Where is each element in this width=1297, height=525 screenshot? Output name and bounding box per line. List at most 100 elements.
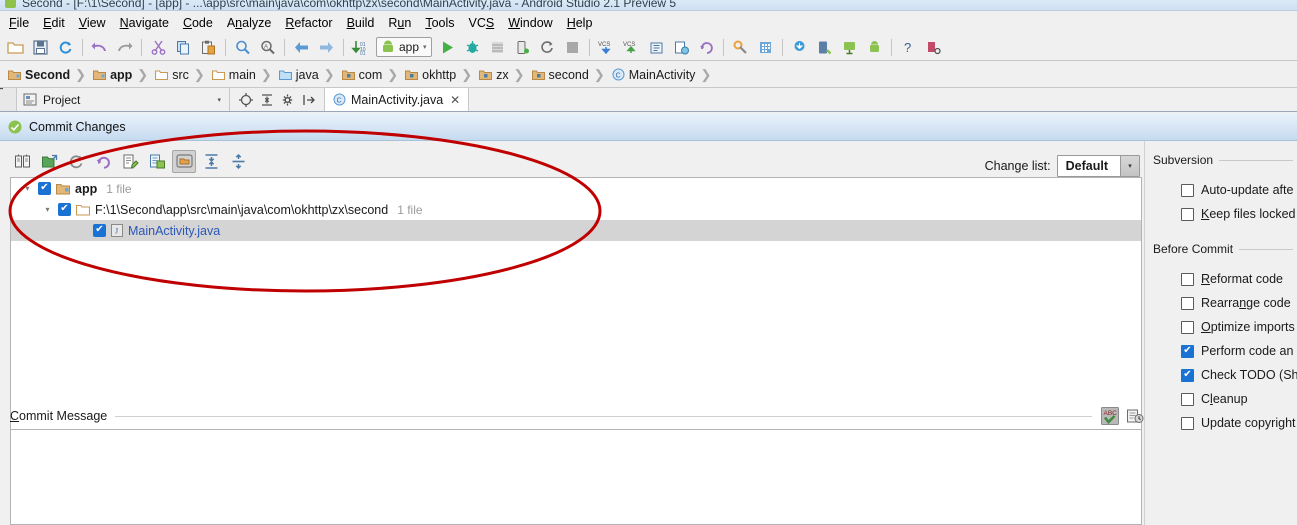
back-icon[interactable] (290, 36, 313, 59)
revert-icon[interactable] (91, 150, 115, 173)
editor-tab-mainactivity[interactable]: C MainActivity.java ✕ (325, 88, 470, 111)
cut-icon[interactable] (147, 36, 170, 59)
breadcrumb-item-main[interactable]: main (208, 66, 258, 84)
redo-icon[interactable] (113, 36, 136, 59)
menu-help[interactable]: Help (560, 13, 600, 33)
checkbox[interactable] (1181, 416, 1194, 430)
checkbox[interactable] (1181, 392, 1194, 406)
vcs-rollback-icon[interactable] (695, 36, 718, 59)
breadcrumb-item-second-pkg[interactable]: second (528, 66, 591, 84)
menu-analyze[interactable]: Analyze (220, 13, 278, 33)
vcs-commit-icon[interactable]: VCS (620, 36, 643, 59)
sync-icon[interactable] (54, 36, 77, 59)
commit-message-input[interactable] (10, 429, 1142, 525)
stop-icon[interactable] (561, 36, 584, 59)
collapse-all-icon[interactable] (257, 90, 276, 109)
chevron-down-icon[interactable]: ▾ (217, 96, 221, 104)
move-to-changelist-icon[interactable] (37, 150, 61, 173)
option-check-todo[interactable]: Check TODO (Sh (1145, 363, 1297, 387)
option-optimize-imports[interactable]: Optimize imports (1145, 315, 1297, 339)
attach-debugger-icon[interactable] (511, 36, 534, 59)
option-update-copyright[interactable]: Update copyright (1145, 411, 1297, 435)
help-icon[interactable]: ? (897, 36, 920, 59)
checkbox[interactable] (1181, 320, 1194, 334)
show-diff-icon[interactable] (10, 150, 34, 173)
rerun-icon[interactable] (536, 36, 559, 59)
sdk-manager-icon[interactable] (729, 36, 752, 59)
table-row[interactable]: ▾ F:\1\Second\app\src\main\java\com\okht… (11, 199, 1141, 220)
checkbox[interactable] (1181, 183, 1194, 197)
breadcrumb-item-app[interactable]: app (89, 66, 134, 84)
chevron-down-icon[interactable]: ▾ (423, 43, 427, 51)
save-all-icon[interactable] (29, 36, 52, 59)
row-checkbox[interactable] (58, 203, 71, 216)
avd-icon[interactable] (838, 36, 861, 59)
menu-tools[interactable]: Tools (418, 13, 461, 33)
checkbox[interactable] (1181, 368, 1194, 382)
debug-icon[interactable] (461, 36, 484, 59)
find-icon[interactable] (231, 36, 254, 59)
expand-all-icon[interactable] (199, 150, 223, 173)
side-strip-project-label[interactable]: Project (0, 88, 6, 90)
menu-window[interactable]: Window (501, 13, 559, 33)
table-row[interactable]: J MainActivity.java (11, 220, 1141, 241)
avd-manager-icon[interactable] (754, 36, 777, 59)
layout-inspector-icon[interactable] (922, 36, 945, 59)
forward-icon[interactable] (315, 36, 338, 59)
vcs-changes-icon[interactable] (670, 36, 693, 59)
option-perform-code-analysis[interactable]: Perform code an (1145, 339, 1297, 363)
vcs-history-icon[interactable] (645, 36, 668, 59)
option-keep-files-locked[interactable]: Keep files locked (1145, 202, 1297, 226)
menu-file[interactable]: File (2, 13, 36, 33)
settings-gear-icon[interactable] (278, 90, 297, 109)
checkbox[interactable] (1181, 344, 1194, 358)
hide-icon[interactable] (299, 90, 318, 109)
menu-edit[interactable]: Edit (36, 13, 72, 33)
breadcrumb-item-zx[interactable]: zx (475, 66, 511, 84)
changelist-combo[interactable]: Default ▾ (1056, 155, 1140, 177)
breadcrumb-item-second[interactable]: Second (4, 66, 72, 84)
menu-run[interactable]: Run (381, 13, 418, 33)
menu-build[interactable]: Build (340, 13, 382, 33)
checkbox[interactable] (1181, 207, 1194, 221)
close-icon[interactable]: ✕ (450, 93, 460, 107)
option-reformat-code[interactable]: Reformat code (1145, 267, 1297, 291)
device-monitor-icon[interactable] (813, 36, 836, 59)
menu-navigate[interactable]: Navigate (113, 13, 176, 33)
chevron-down-icon[interactable]: ▾ (1120, 156, 1139, 176)
coverage-icon[interactable] (486, 36, 509, 59)
copy-icon[interactable] (172, 36, 195, 59)
chevron-down-icon[interactable]: ▾ (22, 183, 33, 194)
run-icon[interactable] (436, 36, 459, 59)
android-device-icon[interactable] (863, 36, 886, 59)
message-history-icon[interactable] (1126, 407, 1144, 425)
row-label[interactable]: MainActivity.java (128, 224, 220, 238)
compile-icon[interactable]: 01 10 01 (349, 36, 372, 59)
chevron-down-icon[interactable]: ▾ (42, 204, 53, 215)
run-configuration-selector[interactable]: app ▾ (376, 37, 432, 57)
breadcrumb-item-mainactivity[interactable]: C MainActivity (608, 66, 698, 84)
menu-refactor[interactable]: Refactor (278, 13, 339, 33)
collapse-all-icon[interactable] (226, 150, 250, 173)
menu-vcs[interactable]: VCS (462, 13, 502, 33)
breadcrumb-item-okhttp[interactable]: okhttp (401, 66, 458, 84)
edit-source-icon[interactable] (118, 150, 142, 173)
undo-icon[interactable] (88, 36, 111, 59)
row-checkbox[interactable] (93, 224, 106, 237)
group-by-directory-icon[interactable] (172, 149, 196, 173)
replace-icon[interactable]: A (256, 36, 279, 59)
spellcheck-icon[interactable]: ABC (1100, 406, 1120, 426)
menu-code[interactable]: Code (176, 13, 220, 33)
breadcrumb-item-com[interactable]: com (338, 66, 385, 84)
checkbox[interactable] (1181, 296, 1194, 310)
option-rearrange-code[interactable]: Rearrange code (1145, 291, 1297, 315)
open-folder-icon[interactable] (4, 36, 27, 59)
option-auto-update-after-commit[interactable]: Auto-update afte (1145, 178, 1297, 202)
scroll-from-source-icon[interactable] (236, 90, 255, 109)
show-diff-with-local-icon[interactable] (145, 150, 169, 173)
menu-view[interactable]: View (72, 13, 113, 33)
breadcrumb-item-java[interactable]: java (275, 66, 321, 84)
paste-icon[interactable] (197, 36, 220, 59)
refresh-icon[interactable] (64, 150, 88, 173)
option-cleanup[interactable]: Cleanup (1145, 387, 1297, 411)
